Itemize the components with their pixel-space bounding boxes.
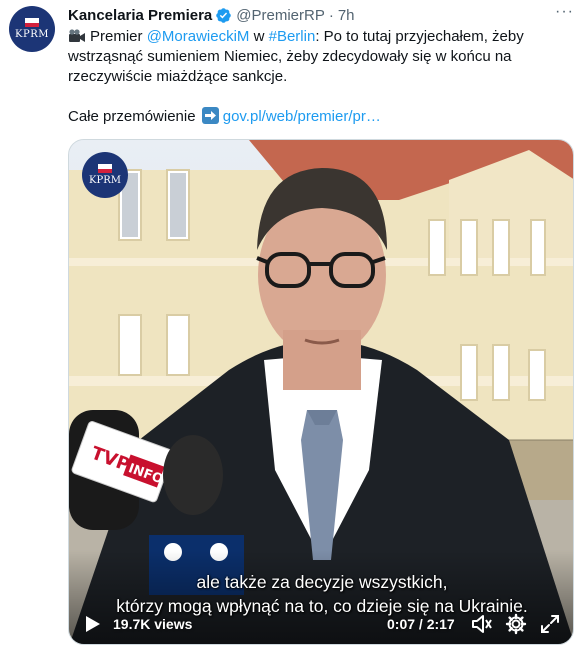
link-intro: Całe przemówienie — [68, 108, 196, 125]
tweet-text: Premier @MorawieckiM w #Berlin: Po to tu… — [68, 27, 568, 127]
logo-text: KPRM — [89, 175, 121, 186]
hashtag-link[interactable]: #Berlin — [269, 28, 316, 45]
view-count: 19.7K views — [113, 616, 193, 632]
video-time: 0:07 / 2:17 — [387, 616, 455, 632]
settings-gear-icon[interactable] — [505, 613, 527, 635]
video-frame: TVP INFO — [69, 140, 573, 644]
fullscreen-icon[interactable] — [540, 614, 560, 634]
flag-icon — [98, 164, 112, 173]
video-controls: 19.7K views 0:07 / 2:17 — [69, 602, 573, 644]
tweet-time[interactable]: 7h — [338, 7, 355, 24]
right-arrow-icon — [201, 107, 219, 124]
separator: · — [328, 6, 334, 24]
kprm-logo: KPRM — [82, 152, 128, 198]
author-name[interactable]: Kancelaria Premiera — [68, 7, 212, 24]
mention-link[interactable]: @MorawieckiM — [147, 28, 250, 45]
text-part: Premier — [90, 28, 147, 45]
tweet-header: Kancelaria Premiera @PremierRP · 7h — [68, 5, 355, 25]
movie-camera-icon — [69, 29, 85, 42]
video-player[interactable]: TVP INFO KPRM ale także za decyzje wszys… — [68, 139, 574, 645]
tweet[interactable]: KPRM Kancelaria Premiera @PremierRP · 7h… — [0, 0, 584, 650]
external-link[interactable]: gov.pl/web/premier/pr… — [223, 108, 381, 125]
subtitle-line-1: ale także za decyzje wszystkich, — [196, 572, 448, 592]
author-handle[interactable]: @PremierRP — [236, 7, 325, 24]
more-options-icon[interactable]: ··· — [555, 3, 574, 21]
author-avatar[interactable]: KPRM — [9, 6, 55, 52]
text-part: w — [249, 28, 269, 45]
verified-badge-icon — [216, 7, 232, 23]
volume-icon[interactable] — [471, 614, 493, 634]
play-icon[interactable] — [83, 615, 101, 633]
flag-icon — [25, 18, 39, 27]
avatar-text: KPRM — [15, 29, 49, 40]
